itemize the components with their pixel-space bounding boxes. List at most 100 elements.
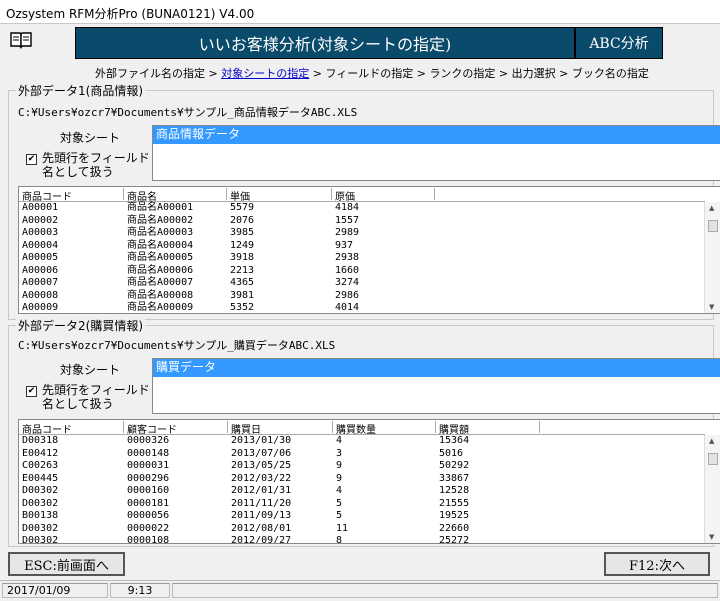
next-button[interactable]: F12:次へ [604,552,710,576]
book-icon [10,32,32,49]
table-cell: 4365 [230,277,255,288]
checkbox-check-icon[interactable]: ✔ [26,154,37,165]
table-cell: D00302 [22,535,59,544]
table-cell: 商品名A00003 [127,227,194,238]
table-cell: 商品名A00001 [127,202,194,213]
table-cell: 2938 [335,252,360,263]
status-bar: 2017/01/09 9:13 [0,580,720,601]
wizard-steps-breadcrumb: 外部ファイル名の指定 > 対象シートの指定 > フィールドの指定 > ランクの指… [95,65,649,81]
table-cell: 2213 [230,264,255,276]
column-header[interactable]: 商品コード [19,188,124,203]
column-header[interactable]: 購買日 [228,421,333,436]
table-row[interactable]: A00009 商品名A00009 5352 4014 [19,302,705,313]
table-cell: 2986 [335,289,360,301]
table-cell: A00007 [22,277,59,288]
table-cell: 2011/11/20 [231,497,292,509]
table-cell: 15364 [439,435,470,446]
status-message [172,583,718,598]
table-cell: 3985 [230,227,255,238]
vertical-scrollbar[interactable]: ▲ ▼ [704,435,720,543]
scroll-up-icon[interactable]: ▲ [709,204,714,212]
sheet-list[interactable]: 購買データ [152,358,720,414]
scroll-up-icon[interactable]: ▲ [709,437,714,445]
data-grid[interactable]: 商品コード 商品名 単価 原価 A00001 商品名A00001 5579 4184 A… [18,186,720,314]
table-cell: 4 [336,435,343,446]
table-row[interactable]: A00006 商品名A00006 2213 1660 [19,265,705,278]
table-cell: 9 [336,460,343,471]
column-header[interactable]: 購買額 [436,421,540,436]
table-cell: 2013/07/06 [231,447,292,459]
sheet-list-item-selected[interactable]: 商品情報データ [153,126,720,144]
table-row[interactable]: A00008 商品名A00008 3981 2986 [19,290,705,303]
step-file-name: 外部ファイル名の指定 [95,67,205,80]
file-path: C:¥Users¥ozcr7¥Documents¥サンプル_商品情報データABC… [18,106,358,119]
table-cell: 2012/09/27 [231,535,292,544]
table-cell: 商品名A00004 [127,239,194,251]
table-row[interactable]: E00445 0000296 2012/03/22 9 33867 [19,473,705,486]
scroll-down-icon[interactable]: ▼ [709,533,714,541]
table-cell: 0000108 [127,535,170,544]
table-cell: 25272 [439,535,470,544]
table-row[interactable]: A00002 商品名A00002 2076 1557 [19,215,705,228]
step-target-sheet-current[interactable]: 対象シートの指定 [221,67,309,80]
table-row[interactable]: A00005 商品名A00005 3918 2938 [19,252,705,265]
table-cell: 22660 [439,522,470,534]
table-cell: 2013/01/30 [231,435,292,446]
table-cell: 5 [336,510,343,521]
data-grid[interactable]: 商品コード 顧客コード 購買日 購買数量 購買額 D00318 0000326 20… [18,419,720,544]
table-cell: 8 [336,535,343,544]
back-button[interactable]: ESC:前画面へ [8,552,125,576]
table-row[interactable]: D00302 0000181 2011/11/20 5 21555 [19,498,705,511]
step-separator: > [555,67,572,80]
table-cell: D00302 [22,522,59,534]
group-legend: 外部データ2(購買情報) [16,317,145,334]
table-cell: A00009 [22,302,59,313]
table-row[interactable]: A00001 商品名A00001 5579 4184 [19,202,705,215]
vertical-scrollbar[interactable]: ▲ ▼ [704,202,720,313]
column-header[interactable]: 顧客コード [124,421,228,436]
table-cell: 3274 [335,277,360,288]
step-output: 出力選択 [511,67,556,80]
sheet-list-item-selected[interactable]: 購買データ [153,359,720,377]
table-row[interactable]: D00318 0000326 2013/01/30 4 15364 [19,435,705,448]
table-row[interactable]: A00003 商品名A00003 3985 2989 [19,227,705,240]
sheet-list[interactable]: 商品情報データ [152,125,720,181]
table-row[interactable]: D00302 0000022 2012/08/01 11 22660 [19,523,705,536]
table-cell: A00003 [22,227,59,238]
checkbox-label: 先頭行をフィールド名として扱う [42,151,150,179]
external-data-1-group: 外部データ1(商品情報) C:¥Users¥ozcr7¥Documents¥サン… [8,82,720,320]
file-path: C:¥Users¥ozcr7¥Documents¥サンプル_購買データABC.X… [18,339,336,352]
table-cell: 1660 [335,264,360,276]
table-cell: D00302 [22,497,59,509]
column-header[interactable]: 購買数量 [333,421,436,436]
column-header[interactable]: 原価 [332,188,435,203]
table-cell: 12528 [439,485,470,496]
table-row[interactable]: D00302 0000108 2012/09/27 8 25272 [19,535,705,544]
table-cell: E00412 [22,447,59,459]
column-header[interactable]: 商品名 [124,188,227,203]
table-cell: D00318 [22,435,59,446]
table-row[interactable]: C00263 0000031 2013/05/25 9 50292 [19,460,705,473]
column-header[interactable]: 単価 [227,188,332,203]
grid-body: D00318 0000326 2013/01/30 4 15364 E00412 00001… [19,435,705,544]
table-cell: A00004 [22,239,59,251]
scroll-thumb[interactable] [708,453,718,465]
table-cell: 9 [336,472,343,484]
column-header[interactable]: 商品コード [19,421,124,436]
group-legend: 外部データ1(商品情報) [16,82,145,99]
table-cell: 2012/08/01 [231,522,292,534]
scroll-down-icon[interactable]: ▼ [709,303,714,311]
table-cell: 商品名A00007 [127,277,194,288]
abc-analysis-button[interactable]: ABC分析 [575,27,663,59]
table-cell: 21555 [439,497,470,509]
table-row[interactable]: A00004 商品名A00004 1249 937 [19,240,705,253]
table-row[interactable]: A00007 商品名A00007 4365 3274 [19,277,705,290]
table-row[interactable]: E00412 0000148 2013/07/06 3 5016 [19,448,705,461]
checkbox-check-icon[interactable]: ✔ [26,386,37,397]
table-cell: 4184 [335,202,360,213]
table-row[interactable]: B00138 0000056 2011/09/13 5 19525 [19,510,705,523]
scroll-thumb[interactable] [708,220,718,232]
table-row[interactable]: D00302 0000160 2012/01/31 4 12528 [19,485,705,498]
step-separator: > [495,67,512,80]
table-cell: 0000056 [127,510,170,521]
